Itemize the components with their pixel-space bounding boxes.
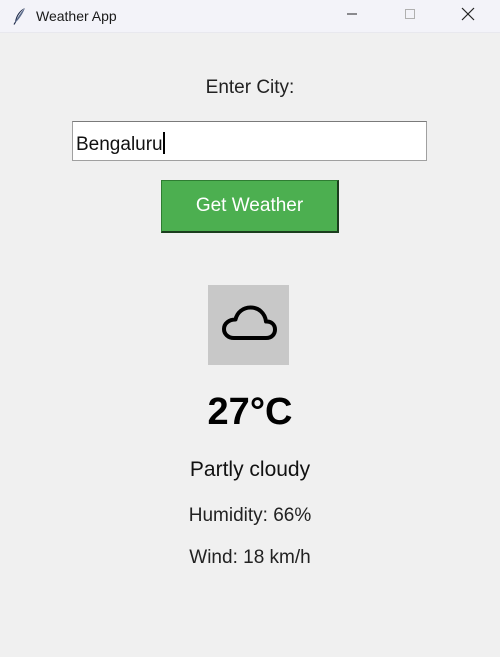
city-input-value: Bengaluru	[76, 134, 163, 155]
get-weather-button[interactable]: Get Weather	[161, 180, 339, 233]
wind-text: Wind: 18 km/h	[189, 547, 311, 568]
weather-icon-box	[208, 285, 289, 365]
feather-icon	[12, 7, 28, 25]
weather-description: Partly cloudy	[189, 458, 311, 481]
city-input[interactable]: Bengaluru	[72, 121, 427, 161]
weather-app-window: Weather App Enter City: Bengaluru Get We…	[0, 0, 500, 657]
title-bar[interactable]: Weather App	[0, 0, 500, 33]
maximize-icon	[404, 7, 416, 25]
cloud-icon	[220, 303, 278, 348]
temperature-value: 27°C	[207, 391, 293, 433]
humidity-text: Humidity: 66%	[188, 505, 312, 526]
city-label: Enter City:	[205, 77, 295, 98]
minimize-icon	[346, 7, 358, 25]
get-weather-button-label: Get Weather	[195, 195, 304, 216]
close-button[interactable]	[445, 0, 491, 32]
window-title: Weather App	[36, 8, 117, 24]
minimize-button[interactable]	[329, 0, 375, 32]
text-cursor	[162, 132, 165, 154]
maximize-button[interactable]	[387, 0, 433, 32]
close-icon	[461, 7, 475, 26]
